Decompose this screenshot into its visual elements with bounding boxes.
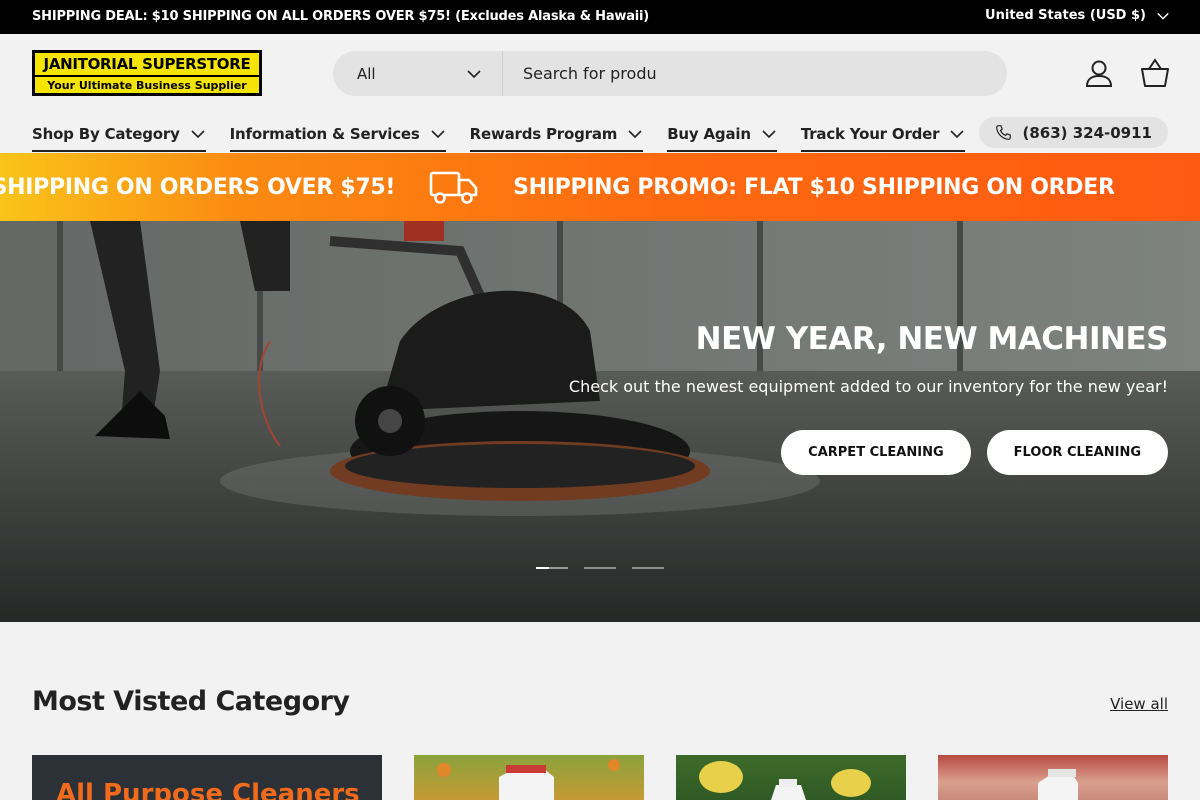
- promo-marquee: PROMO: FLAT $10 SHIPPING ON ORDERS OVER …: [0, 153, 1200, 221]
- region-label: United States (USD $): [985, 8, 1146, 23]
- truck-icon: [429, 171, 478, 204]
- account-button[interactable]: [1082, 56, 1116, 90]
- search-category-select[interactable]: All: [333, 51, 503, 96]
- nav-label: Shop By Category: [32, 125, 180, 143]
- chevron-down-icon: [191, 130, 205, 139]
- category-card[interactable]: [676, 755, 906, 800]
- logo-line-1: JANITORIAL SUPERSTORE: [35, 53, 259, 77]
- hero-subtitle: Check out the newest equipment added to …: [568, 377, 1168, 396]
- floor-cleaning-button[interactable]: FLOOR CLEANING: [986, 430, 1168, 475]
- nav-label: Track Your Order: [800, 125, 940, 143]
- slideshow-pagination: [536, 567, 664, 569]
- category-card-all-purpose-cleaners[interactable]: All Purpose Cleaners: [32, 755, 382, 800]
- hero-copy: NEW YEAR, NEW MACHINES Check out the new…: [568, 321, 1169, 475]
- carpet-cleaning-button[interactable]: CARPET CLEANING: [781, 430, 971, 475]
- phone-icon: [996, 125, 1012, 140]
- site-header: JANITORIAL SUPERSTORE Your Ultimate Busi…: [0, 34, 1200, 153]
- view-all-link[interactable]: View all: [1110, 695, 1168, 713]
- search-input[interactable]: [503, 51, 1007, 96]
- slide-dot-3[interactable]: [632, 567, 664, 569]
- phone-number: (863) 324-0911: [1022, 123, 1152, 142]
- chevron-down-icon: [762, 130, 776, 139]
- nav-track-your-order[interactable]: Track Your Order: [800, 120, 966, 152]
- slide-dot-1[interactable]: [536, 567, 568, 569]
- nav-buy-again[interactable]: Buy Again: [667, 120, 777, 152]
- hero-title: NEW YEAR, NEW MACHINES: [695, 321, 1169, 357]
- nav-label: Buy Again: [667, 125, 751, 143]
- phone-button[interactable]: (863) 324-0911: [979, 117, 1168, 148]
- section-title: Most Visted Category: [32, 686, 350, 717]
- slide-dot-2[interactable]: [584, 567, 616, 569]
- region-selector[interactable]: United States (USD $): [985, 8, 1170, 23]
- main-nav: Shop By Category Information & Services …: [32, 120, 966, 152]
- search-category-label: All: [357, 64, 376, 83]
- promo-text: SHIPPING PROMO: FLAT $10 SHIPPING ON ORD…: [513, 174, 1115, 200]
- nav-label: Information & Services: [229, 125, 420, 143]
- chevron-down-icon: [628, 130, 642, 139]
- chevron-down-icon: [950, 130, 964, 139]
- category-card[interactable]: [414, 755, 644, 800]
- announcement-bar: SHIPPING DEAL: $10 SHIPPING ON ALL ORDER…: [0, 0, 1200, 34]
- category-card-image: [437, 759, 620, 800]
- hero-slideshow: NEW YEAR, NEW MACHINES Check out the new…: [0, 221, 1200, 622]
- nav-information-services[interactable]: Information & Services: [229, 120, 446, 152]
- cart-button[interactable]: [1138, 56, 1172, 90]
- category-card-image: [1038, 769, 1078, 800]
- header-icons: [1082, 56, 1172, 90]
- chevron-down-icon: [431, 130, 445, 139]
- announcement-text: SHIPPING DEAL: $10 SHIPPING ON ALL ORDER…: [32, 9, 650, 24]
- category-card[interactable]: [938, 755, 1168, 800]
- nav-shop-by-category[interactable]: Shop By Category: [32, 120, 206, 152]
- category-card-image: [699, 761, 871, 800]
- search-bar: All: [333, 51, 1007, 96]
- account-icon: [1085, 60, 1113, 87]
- cart-icon: [1141, 58, 1169, 87]
- logo-line-2: Your Ultimate Business Supplier: [47, 79, 247, 92]
- hero-buttons: CARPET CLEANING FLOOR CLEANING: [569, 430, 1168, 475]
- store-logo[interactable]: JANITORIAL SUPERSTORE Your Ultimate Busi…: [32, 50, 262, 96]
- nav-label: Rewards Program: [469, 125, 618, 143]
- category-card-title: All Purpose Cleaners: [56, 779, 360, 800]
- chevron-down-icon: [467, 69, 481, 78]
- nav-rewards-program[interactable]: Rewards Program: [469, 120, 644, 152]
- promo-text: PROMO: FLAT $10 SHIPPING ON ORDERS OVER …: [0, 174, 396, 200]
- chevron-down-icon: [1157, 12, 1169, 20]
